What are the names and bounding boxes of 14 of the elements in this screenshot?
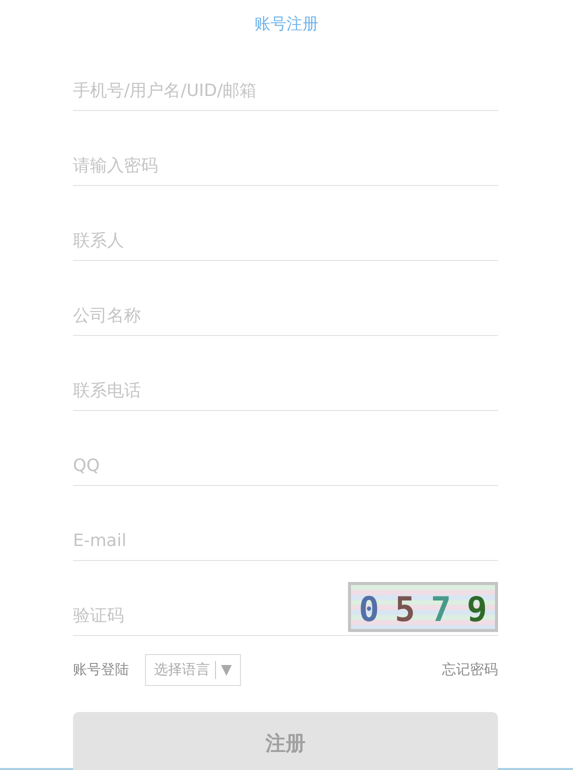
input-field[interactable]: 联系人: [73, 228, 498, 260]
password-field[interactable]: 请输入密码: [73, 154, 498, 185]
captcha-image[interactable]: 0 5 7 9: [348, 582, 498, 632]
input-field[interactable]: 手机号/用户名/UID/邮箱: [73, 78, 498, 110]
language-select[interactable]: 选择语言 ▼: [145, 654, 241, 686]
input-field[interactable]: 联系电话: [73, 378, 498, 410]
forgot-password-link[interactable]: 忘记密码: [442, 660, 498, 680]
captcha-field[interactable]: 验证码: [73, 604, 348, 635]
login-link[interactable]: 账号登陆: [73, 660, 129, 680]
input-field[interactable]: QQ: [73, 454, 498, 485]
page-title: 账号注册: [254, 13, 320, 35]
register-button[interactable]: 注册: [73, 712, 498, 770]
input-field[interactable]: 公司名称: [73, 304, 498, 335]
input-field[interactable]: E-mail: [73, 528, 498, 560]
